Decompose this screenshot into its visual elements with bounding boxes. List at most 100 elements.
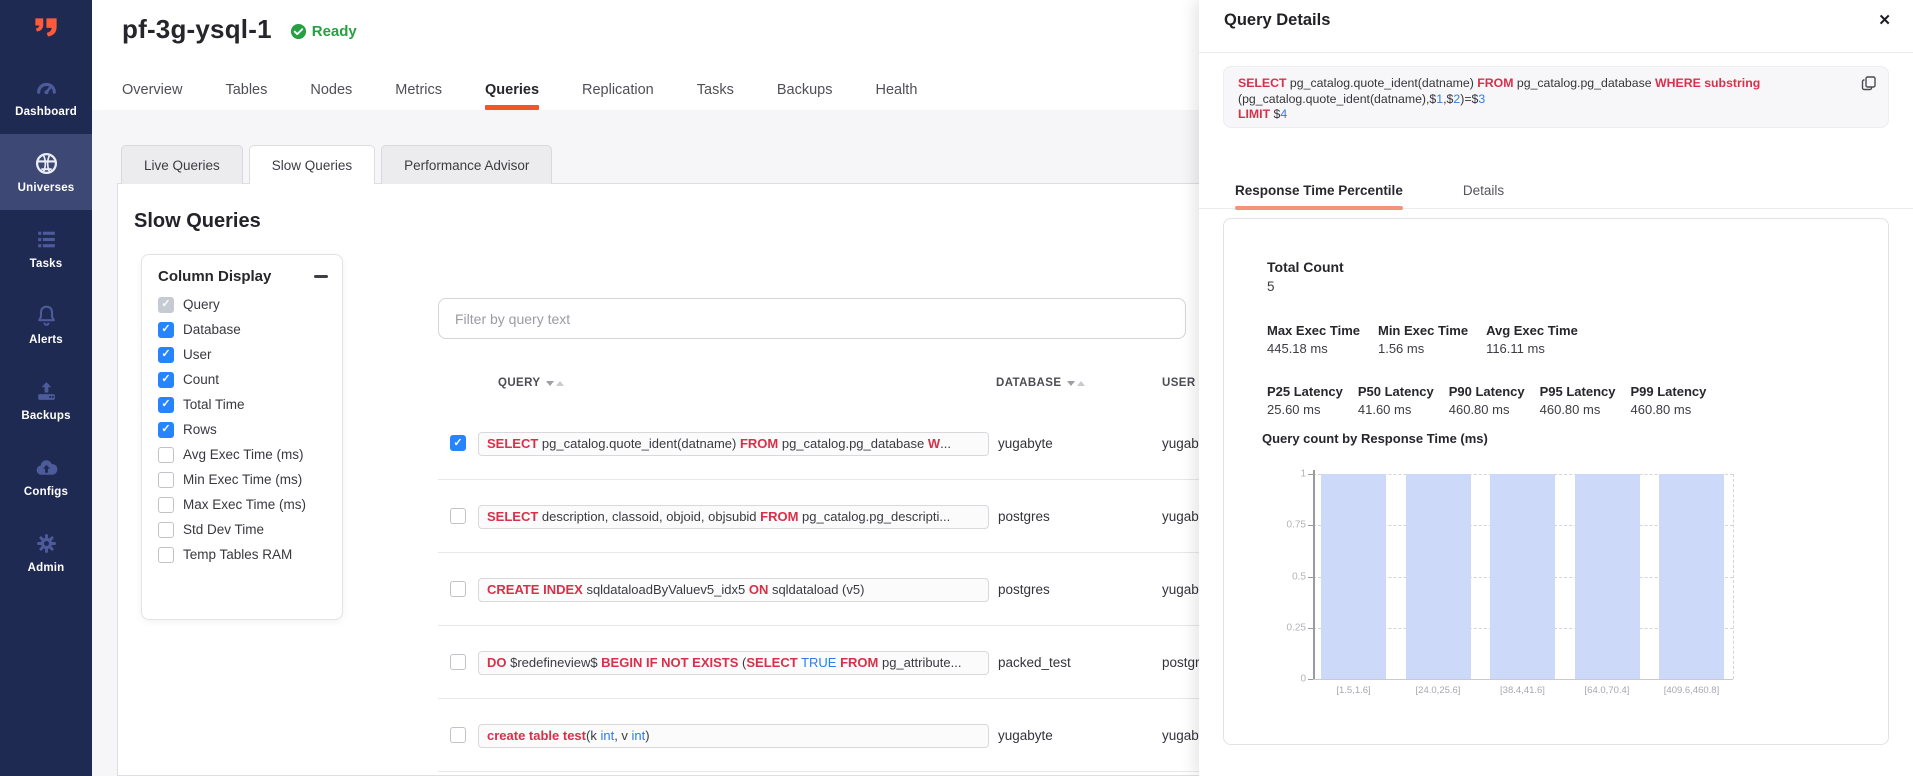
check-circle-icon — [290, 23, 307, 40]
checkbox-label: Rows — [183, 422, 217, 437]
column-toggle-max-exec-time-ms[interactable]: Max Exec Time (ms) — [158, 492, 334, 517]
checkbox[interactable] — [158, 322, 174, 338]
dashboard-icon — [33, 75, 59, 101]
row-checkbox[interactable] — [450, 508, 466, 524]
column-display-card: Column Display QueryDatabase User Count Tot… — [141, 254, 343, 620]
column-toggle-database[interactable]: Database — [158, 317, 334, 342]
table-row[interactable]: create table test(k int, v int)yugabytey… — [438, 699, 1276, 772]
column-header-database[interactable]: DATABASE — [996, 374, 1085, 392]
query-details-title: Query Details — [1224, 11, 1330, 30]
checkbox[interactable] — [158, 547, 174, 563]
tab-metrics[interactable]: Metrics — [395, 70, 442, 110]
sidebar-item-alerts[interactable]: Alerts — [0, 286, 92, 362]
sidebar-item-label: Admin — [28, 562, 65, 574]
column-toggle-avg-exec-time-ms[interactable]: Avg Exec Time (ms) — [158, 442, 334, 467]
checkbox[interactable] — [158, 347, 174, 363]
row-checkbox[interactable] — [450, 654, 466, 670]
column-toggle-user[interactable]: User — [158, 342, 334, 367]
details-tab-response-time-percentile[interactable]: Response Time Percentile — [1235, 183, 1403, 208]
sidebar-item-label: Configs — [24, 486, 68, 498]
checkbox-label: Total Time — [183, 397, 245, 412]
stat-p95-latency: P95 Latency460.80 ms — [1540, 384, 1616, 417]
tab-nodes[interactable]: Nodes — [310, 70, 352, 110]
sidebar-item-universes[interactable]: Universes — [0, 134, 92, 210]
sidebar-item-backups[interactable]: Backups — [0, 362, 92, 438]
tab-overview[interactable]: Overview — [122, 70, 182, 110]
tab-tasks[interactable]: Tasks — [697, 70, 734, 110]
column-toggle-total-time[interactable]: Total Time — [158, 392, 334, 417]
sql-line: SELECT pg_catalog.quote_ident(datname) F… — [1238, 76, 1848, 92]
query-text[interactable]: create table test(k int, v int) — [478, 724, 989, 748]
checkbox[interactable] — [158, 472, 174, 488]
column-toggle-query[interactable]: Query — [158, 292, 334, 317]
query-text[interactable]: SELECT pg_catalog.quote_ident(datname) F… — [478, 432, 989, 456]
universe-icon — [33, 151, 59, 177]
queries-sub-tabs: Live QueriesSlow QueriesPerformance Advi… — [121, 145, 552, 184]
row-checkbox[interactable] — [450, 727, 466, 743]
details-tab-details[interactable]: Details — [1463, 183, 1504, 208]
checkbox[interactable] — [158, 447, 174, 463]
tab-health[interactable]: Health — [875, 70, 917, 110]
yugabyte-logo[interactable] — [0, 0, 92, 58]
sidebar-item-dashboard[interactable]: Dashboard — [0, 58, 92, 134]
collapse-icon[interactable] — [314, 275, 328, 278]
query-filter-input[interactable] — [438, 298, 1186, 339]
histogram-bar — [1490, 474, 1555, 679]
column-toggle-count[interactable]: Count — [158, 367, 334, 392]
close-icon[interactable]: ✕ — [1878, 11, 1891, 29]
yugabyte-logo-icon — [29, 12, 63, 46]
stat-p90-latency: P90 Latency460.80 ms — [1449, 384, 1525, 417]
histogram-bar — [1659, 474, 1724, 679]
tab-tables[interactable]: Tables — [225, 70, 267, 110]
sidebar-item-configs[interactable]: Configs — [0, 438, 92, 514]
tab-backups[interactable]: Backups — [777, 70, 833, 110]
checkbox[interactable] — [158, 397, 174, 413]
query-text[interactable]: CREATE INDEX sqldataloadByValuev5_idx5 O… — [478, 578, 989, 602]
stat-p99-latency: P99 Latency460.80 ms — [1631, 384, 1707, 417]
column-header-user[interactable]: USER — [1162, 374, 1196, 392]
query-text[interactable]: DO $redefineview$ BEGIN IF NOT EXISTS (S… — [478, 651, 989, 675]
checkbox[interactable] — [158, 372, 174, 388]
sidebar-item-label: Tasks — [30, 258, 63, 270]
row-checkbox[interactable] — [450, 435, 466, 451]
sort-icons — [546, 381, 564, 386]
database-cell: postgres — [998, 509, 1050, 524]
checkbox[interactable] — [158, 522, 174, 538]
sidebar-item-label: Universes — [18, 182, 75, 194]
tab-replication[interactable]: Replication — [582, 70, 654, 110]
table-row[interactable]: DO $redefineview$ BEGIN IF NOT EXISTS (S… — [438, 626, 1276, 699]
table-row[interactable]: SELECT description, classoid, objoid, ob… — [438, 480, 1276, 553]
checkbox[interactable] — [158, 422, 174, 438]
status-badge: Ready — [290, 23, 357, 40]
row-checkbox[interactable] — [450, 581, 466, 597]
percentile-card: Total Count 5 Max Exec Time445.18 msMin … — [1223, 218, 1889, 745]
subtab-slow-queries[interactable]: Slow Queries — [249, 145, 375, 184]
stat-min-exec-time: Min Exec Time1.56 ms — [1378, 323, 1468, 356]
column-toggle-std-dev-time[interactable]: Std Dev Time — [158, 517, 334, 542]
column-header-query[interactable]: QUERY — [498, 374, 564, 392]
universe-title: pf-3g-ysql-1 — [122, 14, 272, 45]
checkbox[interactable] — [158, 497, 174, 513]
sidebar-item-label: Backups — [21, 410, 70, 422]
subtab-live-queries[interactable]: Live Queries — [121, 145, 243, 184]
subtab-performance-advisor[interactable]: Performance Advisor — [381, 145, 552, 184]
column-display-title: Column Display — [158, 268, 271, 285]
sidebar-item-label: Alerts — [29, 334, 63, 346]
gear-icon — [33, 531, 59, 557]
query-text[interactable]: SELECT description, classoid, objoid, ob… — [478, 505, 989, 529]
histogram-bar — [1321, 474, 1386, 679]
sidebar-item-admin[interactable]: Admin — [0, 514, 92, 590]
status-text: Ready — [312, 23, 357, 40]
copy-icon[interactable] — [1861, 75, 1877, 96]
table-row[interactable]: SELECT pg_catalog.quote_ident(datname) F… — [438, 407, 1276, 480]
checkbox-label: User — [183, 347, 212, 362]
sidebar-item-tasks[interactable]: Tasks — [0, 210, 92, 286]
tab-queries[interactable]: Queries — [485, 70, 539, 110]
column-toggle-rows[interactable]: Rows — [158, 417, 334, 442]
table-row[interactable]: CREATE INDEX sqldataloadByValuev5_idx5 O… — [438, 553, 1276, 626]
bell-icon — [33, 303, 59, 329]
column-toggle-temp-tables-ram[interactable]: Temp Tables RAM — [158, 542, 334, 567]
column-toggle-min-exec-time-ms[interactable]: Min Exec Time (ms) — [158, 467, 334, 492]
checkbox — [158, 297, 174, 313]
divider — [1199, 52, 1913, 53]
